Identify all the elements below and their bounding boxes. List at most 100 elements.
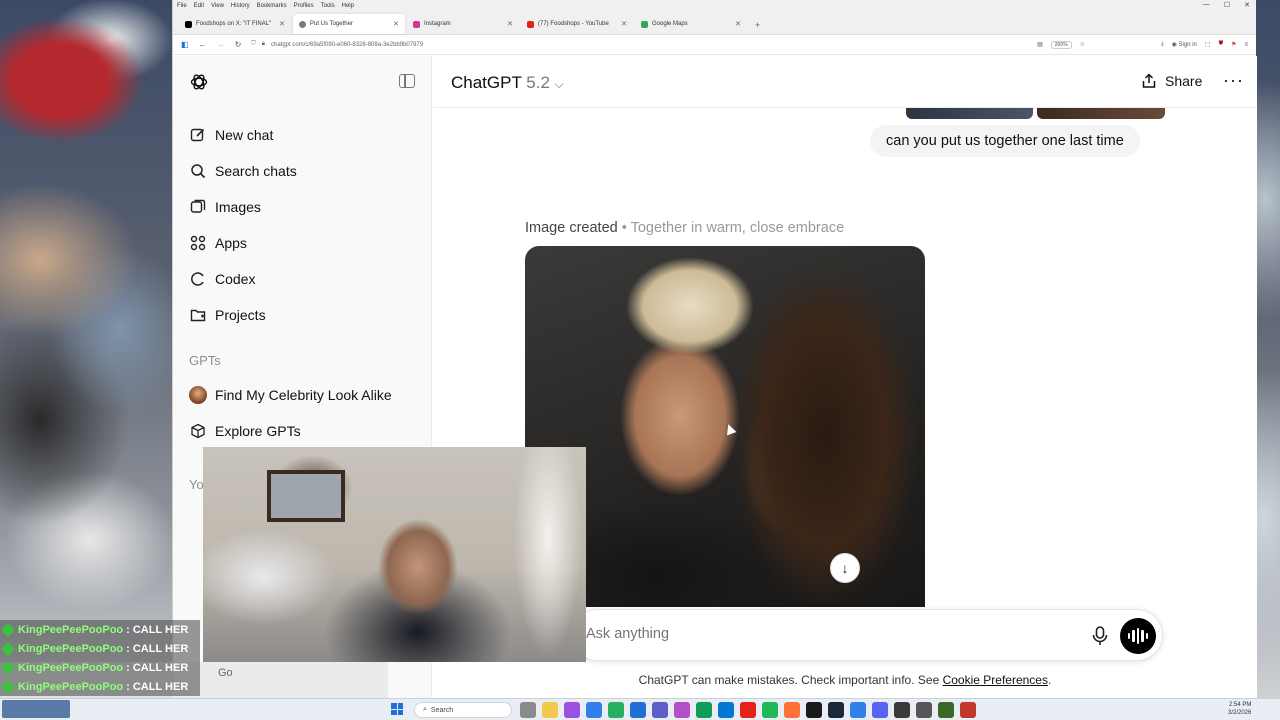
ublock-icon[interactable]: ⛊ [1219, 41, 1224, 48]
close-tab-icon[interactable]: ✕ [393, 20, 399, 28]
close-tab-icon[interactable]: ✕ [279, 20, 285, 28]
toggle-sidebar-icon[interactable] [399, 74, 415, 88]
discord-icon[interactable] [872, 702, 888, 718]
tab-label: Foodshops on X: "IT FINAL" [196, 21, 272, 27]
app-icon[interactable] [850, 702, 866, 718]
app-icon[interactable] [674, 702, 690, 718]
sidebar-item-new-chat[interactable]: New chat [189, 122, 419, 148]
app-icon[interactable] [608, 702, 624, 718]
task-view-icon[interactable] [520, 702, 536, 718]
tab-instagram[interactable]: Instagram ✕ [407, 14, 519, 34]
back-icon[interactable]: ← [199, 40, 207, 49]
clock-time: 2:54 PM [1229, 702, 1252, 708]
reader-icon[interactable]: ▤ [1037, 41, 1043, 48]
apps-icon [189, 234, 207, 252]
extensions-icon[interactable]: ⬚ [1205, 41, 1211, 48]
voice-mode-button[interactable] [1120, 618, 1156, 654]
taskbar-search[interactable]: ⌕ Search [414, 702, 512, 718]
menu-help[interactable]: Help [342, 3, 354, 9]
app-icon[interactable] [916, 702, 932, 718]
sidebar-item-images[interactable]: Images [189, 194, 419, 220]
menu-history[interactable]: History [231, 3, 250, 9]
close-window-icon[interactable]: ✕ [1244, 1, 1250, 9]
taskbar-clock[interactable]: 2:54 PM 3/2/2026 [1228, 701, 1251, 717]
app-icon[interactable] [630, 702, 646, 718]
scroll-down-button[interactable]: ↓ [830, 553, 860, 583]
shield-icon: ⛉ [251, 41, 256, 47]
model-selector[interactable]: ChatGPT 5.2 ⌵ [451, 73, 564, 93]
close-tab-icon[interactable]: ✕ [621, 20, 627, 28]
share-button[interactable]: Share [1141, 73, 1202, 89]
previous-image-thumbnail[interactable] [1037, 108, 1165, 119]
chat-username: KingPeePeePooPoo [18, 661, 124, 674]
sidebar-item-explore-gpts[interactable]: Explore GPTs [189, 418, 419, 444]
menu-icon[interactable]: ≡ [1244, 42, 1248, 48]
tab-google-maps[interactable]: Google Maps ✕ [635, 14, 747, 34]
app-icon[interactable] [960, 702, 976, 718]
sidebar-item-apps[interactable]: Apps [189, 230, 419, 256]
tab-put-us-together[interactable]: Put Us Together ✕ [293, 14, 405, 34]
app-icon[interactable] [718, 702, 734, 718]
chat-text: : CALL HER [126, 623, 189, 636]
app-icon[interactable] [938, 702, 954, 718]
chat-message: KingPeePeePooPoo : CALL HER [0, 639, 200, 658]
file-explorer-icon[interactable] [542, 702, 558, 718]
stream-chat: KingPeePeePooPoo : CALL HER KingPeePeePo… [0, 620, 200, 696]
app-icon[interactable] [652, 702, 668, 718]
instagram-icon [413, 20, 420, 28]
zoom-level[interactable]: 200% [1050, 40, 1072, 49]
close-tab-icon[interactable]: ✕ [507, 20, 513, 28]
chat-text: : CALL HER [126, 680, 189, 693]
menu-file[interactable]: File [177, 3, 187, 9]
firefox-icon[interactable] [784, 702, 800, 718]
app-icon[interactable] [806, 702, 822, 718]
composer [571, 609, 1163, 661]
youtube-icon[interactable] [740, 702, 756, 718]
url-bar[interactable]: ⛉ 🔒︎ chatgpt.com/c/69a5f090-e060-8328-80… [251, 41, 1027, 48]
prompt-input[interactable] [586, 626, 1006, 642]
account-icon: ◉ [1171, 42, 1177, 48]
chat-message: KingPeePeePooPoo : CALL HER [0, 620, 200, 639]
tab-x[interactable]: Foodshops on X: "IT FINAL" ✕ [179, 14, 291, 34]
privacy-icon[interactable]: ⚑ [1231, 41, 1236, 48]
menu-edit[interactable]: Edit [194, 3, 204, 9]
new-tab-icon[interactable]: + [749, 20, 766, 34]
previous-image-thumbnail[interactable] [906, 108, 1033, 119]
maximize-icon[interactable]: ☐ [1224, 1, 1230, 9]
cookie-preferences-link[interactable]: Cookie Preferences [943, 673, 1048, 687]
app-icon[interactable] [894, 702, 910, 718]
disclaimer: ChatGPT can make mistakes. Check importa… [433, 673, 1257, 687]
edge-icon[interactable] [696, 702, 712, 718]
openai-logo-icon[interactable] [189, 72, 209, 92]
search-icon [189, 162, 207, 180]
image-caption: Image created • Together in warm, close … [525, 220, 844, 236]
spotify-icon[interactable] [762, 702, 778, 718]
reload-icon[interactable]: ↻ [235, 40, 242, 49]
steam-icon[interactable] [828, 702, 844, 718]
signin-button[interactable]: ◉ Sign in [1172, 41, 1197, 48]
forward-icon[interactable]: → [217, 40, 225, 49]
sidebar-item-projects[interactable]: Projects [189, 302, 419, 328]
download-icon[interactable]: ⤓ [1161, 41, 1164, 48]
more-options-icon[interactable]: ··· [1223, 70, 1244, 91]
menu-tools[interactable]: Tools [321, 3, 335, 9]
windows-start-icon[interactable] [391, 703, 403, 715]
microphone-icon[interactable] [1090, 625, 1110, 647]
sidebar-item-label: Apps [215, 235, 247, 251]
celebrity-avatar-icon [189, 386, 207, 404]
bookmark-star-icon[interactable]: ☆ [1080, 41, 1085, 48]
sidebar-item-search-chats[interactable]: Search chats [189, 158, 419, 184]
menu-bookmarks[interactable]: Bookmarks [257, 3, 287, 9]
app-icon[interactable] [586, 702, 602, 718]
close-tab-icon[interactable]: ✕ [735, 20, 741, 28]
menu-view[interactable]: View [211, 3, 224, 9]
app-icon[interactable] [564, 702, 580, 718]
sidebar-item-label: Explore GPTs [215, 423, 301, 439]
tab-youtube[interactable]: (77) Foodshops - YouTube ✕ [521, 14, 633, 34]
minimize-icon[interactable]: — [1203, 1, 1210, 9]
sidebar-item-celebrity-gpt[interactable]: Find My Celebrity Look Alike [189, 382, 419, 408]
menu-profiles[interactable]: Profiles [294, 3, 314, 9]
taskbar-widget[interactable] [2, 700, 70, 718]
sidebar-item-codex[interactable]: Codex [189, 266, 419, 292]
sidebar-panel-icon[interactable]: ◧ [181, 40, 189, 49]
